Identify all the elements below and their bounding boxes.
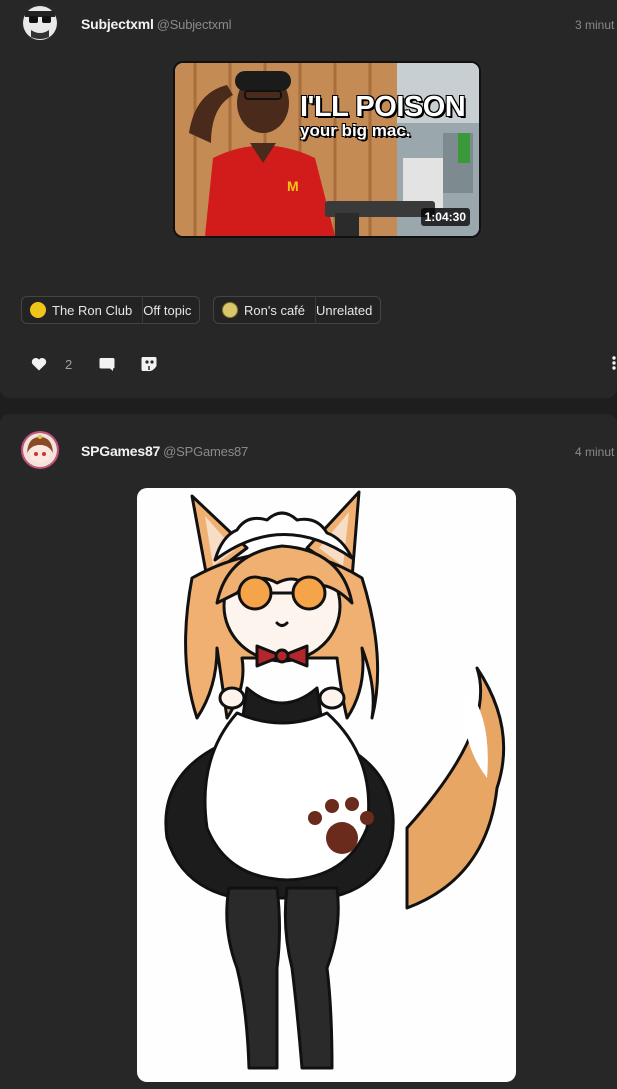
username[interactable]: SPGames87	[81, 443, 160, 459]
post-actions: 2	[30, 354, 158, 374]
video-thumbnail[interactable]: M I'LL POISON your big mac. 1:04:30	[175, 63, 479, 236]
avatar-skull-icon	[21, 3, 59, 41]
tag-community: Ron's café	[244, 302, 306, 318]
tag-the-ron-club[interactable]: The Ron Club Off topic	[21, 296, 201, 324]
video-headline: I'LL POISON	[300, 91, 466, 123]
post-timestamp: 3 minut	[575, 18, 615, 32]
svg-text:M: M	[287, 178, 299, 194]
fox-maid-drawing[interactable]	[137, 488, 516, 1082]
post-card: SPGames87 @SPGames87 4 minut	[0, 414, 617, 1089]
video-subline: your big mac.	[300, 121, 411, 140]
more-vertical-icon[interactable]	[611, 354, 617, 372]
tag-topic: Off topic	[143, 302, 192, 318]
tag-rons-cafe[interactable]: Ron's café Unrelated	[213, 296, 382, 324]
heart-icon[interactable]	[30, 355, 48, 373]
tag-community: The Ron Club	[52, 302, 133, 318]
tag-topic: Unrelated	[316, 302, 373, 318]
community-icon	[30, 302, 46, 318]
avatar[interactable]	[21, 3, 59, 41]
share-icon[interactable]	[140, 355, 158, 373]
comment-icon[interactable]	[98, 355, 116, 373]
video-duration: 1:04:30	[420, 208, 470, 226]
fox-maid-illustration	[164, 490, 506, 1070]
username[interactable]: Subjectxml	[81, 16, 154, 32]
user-handle[interactable]: @SPGames87	[163, 444, 248, 459]
like-count: 2	[65, 356, 73, 372]
post-timestamp: 4 minut	[575, 445, 615, 459]
user-handle[interactable]: @Subjectxml	[157, 17, 232, 32]
post-card: Subjectxml @Subjectxml 3 minut M I'LL PO…	[0, 0, 617, 398]
post-author[interactable]: Subjectxml @Subjectxml	[81, 16, 231, 32]
avatar[interactable]	[21, 431, 59, 469]
post-author[interactable]: SPGames87 @SPGames87	[81, 443, 248, 459]
avatar-character-icon	[23, 433, 57, 467]
community-icon	[222, 302, 238, 318]
